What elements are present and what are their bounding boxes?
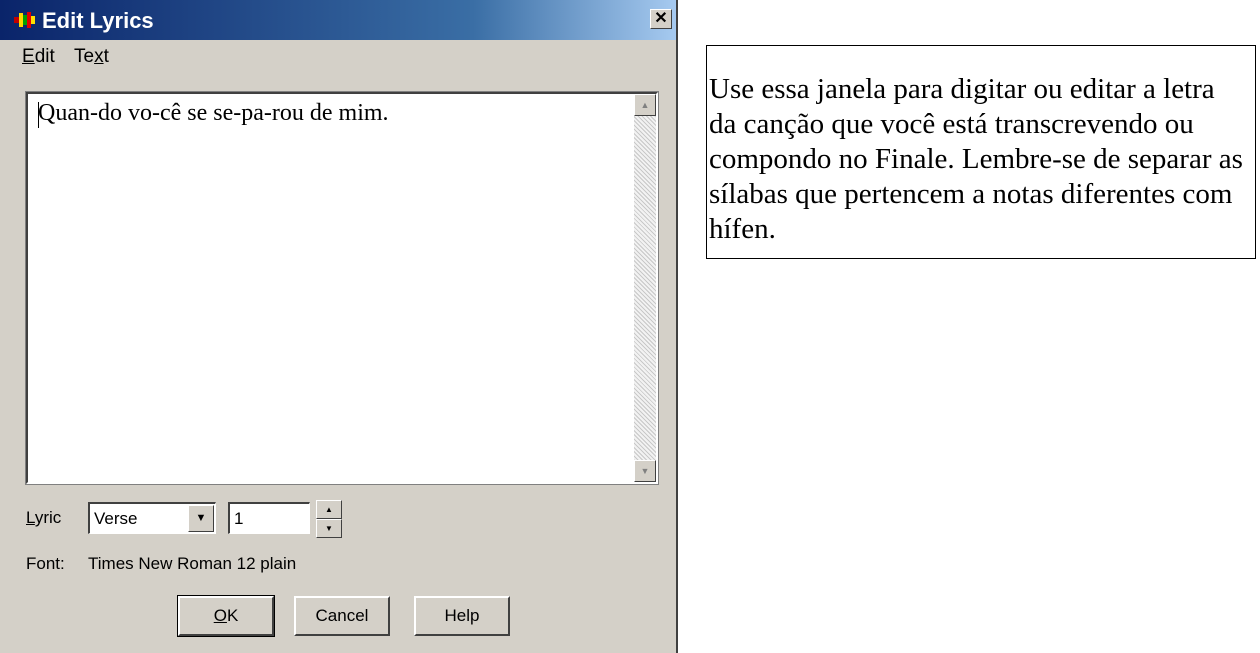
window-title: Edit Lyrics	[42, 8, 154, 33]
spin-up-icon[interactable]: ▲	[316, 500, 342, 519]
title-bar[interactable]: Edit Lyrics ✕	[0, 0, 676, 40]
vertical-scrollbar[interactable]: ▲ ▼	[634, 94, 656, 482]
ok-button[interactable]: OK	[177, 595, 275, 637]
edit-lyrics-dialog: Edit Lyrics ✕ Edit Text Quan-do vo-cê se…	[0, 0, 678, 653]
menu-edit-accel: E	[22, 46, 35, 67]
close-icon[interactable]: ✕	[650, 9, 672, 29]
help-button[interactable]: Help	[414, 596, 510, 636]
font-value: Times New Roman 12 plain	[88, 554, 297, 573]
scroll-up-icon[interactable]: ▲	[634, 94, 656, 116]
scroll-down-icon[interactable]: ▼	[634, 460, 656, 482]
lyric-label-rest: yric	[34, 508, 62, 527]
verse-number-input[interactable]: 1	[228, 502, 310, 534]
lyric-label-accel: L	[26, 508, 35, 527]
lyrics-content: Quan-do vo-cê se se-pa-rou de mim.	[38, 100, 389, 126]
chevron-down-icon[interactable]: ▼	[188, 505, 214, 532]
lyric-type-select[interactable]: Verse ▼	[88, 502, 216, 534]
font-label: Font:	[26, 554, 65, 573]
menu-edit[interactable]: Edit	[22, 46, 55, 68]
cancel-button[interactable]: Cancel	[294, 596, 390, 636]
ok-rest: K	[226, 606, 239, 625]
finale-app-icon	[14, 12, 35, 28]
verse-number-stepper: ▲ ▼	[316, 500, 342, 538]
menu-text-pre: Te	[74, 46, 95, 67]
ok-accel: O	[213, 606, 227, 625]
lyric-type-value: Verse	[94, 509, 138, 528]
menu-text-accel: x	[94, 46, 104, 67]
menu-edit-rest: dit	[34, 46, 55, 67]
menu-bar: Edit Text	[0, 40, 676, 72]
lyrics-text-area[interactable]: Quan-do vo-cê se se-pa-rou de mim. ▲ ▼	[25, 91, 659, 485]
instruction-note: Use essa janela para digitar ou editar a…	[706, 45, 1256, 259]
menu-text[interactable]: Text	[74, 46, 109, 68]
spin-down-icon[interactable]: ▼	[316, 519, 342, 538]
menu-text-rest: t	[103, 46, 109, 67]
lyric-label: Lyric	[26, 508, 61, 528]
